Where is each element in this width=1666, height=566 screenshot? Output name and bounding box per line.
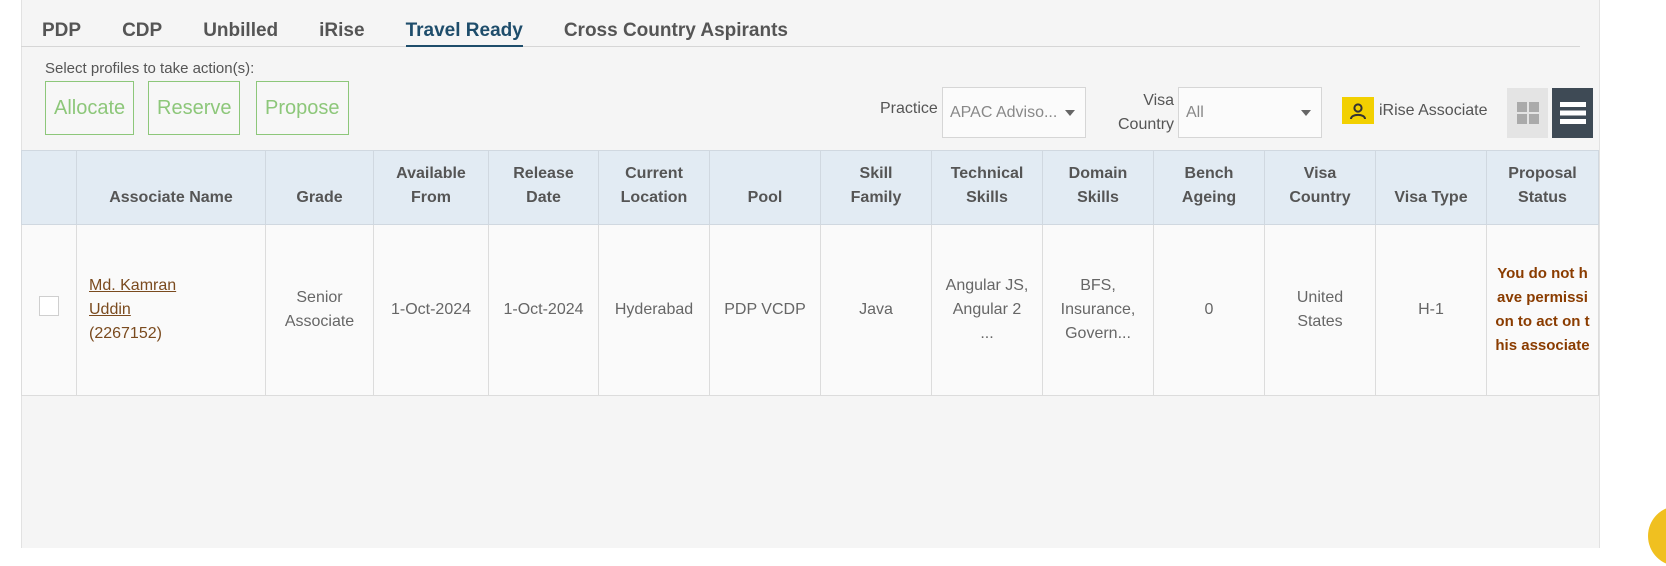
row-select-cell (21, 224, 77, 396)
reserve-button[interactable]: Reserve (148, 81, 241, 135)
skill-family-cell: Java (820, 224, 932, 396)
header-available-from[interactable]: Available From (373, 150, 489, 225)
practice-value: APAC Adviso... (950, 104, 1058, 121)
header-proposal-status[interactable]: Proposal Status (1486, 150, 1599, 225)
visa-type-cell: H-1 (1375, 224, 1487, 396)
practice-label: Practice (880, 100, 938, 117)
header-current-location[interactable]: Current Location (598, 150, 710, 225)
allocate-button[interactable]: Allocate (45, 81, 135, 135)
practice-dropdown[interactable]: APAC Adviso... (942, 87, 1086, 138)
header-skill-family[interactable]: Skill Family (820, 150, 932, 225)
header-grade[interactable]: Grade (265, 150, 374, 225)
list-view-icon[interactable] (1552, 88, 1593, 138)
pool-cell: PDP VCDP (709, 224, 821, 396)
header-visa-country[interactable]: Visa Country (1264, 150, 1376, 225)
proposal-status-cell: You do not have permission to act on thi… (1486, 224, 1599, 396)
chevron-down-icon (1301, 110, 1311, 116)
chevron-down-icon (1065, 110, 1075, 116)
header-domain-skills[interactable]: Domain Skills (1042, 150, 1154, 225)
header-bench-ageing[interactable]: Bench Ageing (1153, 150, 1265, 225)
tab-unbilled[interactable]: Unbilled (203, 12, 278, 47)
propose-button[interactable]: Propose (256, 81, 349, 135)
row-checkbox[interactable] (39, 296, 59, 316)
grade-cell: Senior Associate (265, 224, 374, 396)
visa-label-line1: Visa (1143, 92, 1175, 109)
table-header-row: Associate Name Grade Available From Relea… (21, 150, 1599, 225)
header-pool[interactable]: Pool (709, 150, 821, 225)
header-release-date[interactable]: Release Date (488, 150, 599, 225)
grid-view-icon[interactable] (1507, 88, 1548, 138)
header-technical-skills[interactable]: Technical Skills (931, 150, 1043, 225)
technical-skills-cell: Angular JS, Angular 2... (931, 224, 1043, 396)
tab-cdp[interactable]: CDP (122, 12, 162, 47)
header-visa-type[interactable]: Visa Type (1375, 150, 1487, 225)
person-icon[interactable] (1342, 97, 1374, 124)
visa-country-cell: United States (1264, 224, 1376, 396)
tab-pdp[interactable]: PDP (42, 12, 81, 47)
tab-irise[interactable]: iRise (319, 12, 364, 47)
associate-name-link-line2[interactable]: Uddin (89, 298, 257, 322)
release-date-cell: 1-Oct-2024 (488, 224, 599, 396)
visa-country-dropdown[interactable]: All (1178, 87, 1322, 138)
header-select (21, 150, 77, 225)
header-associate-name[interactable]: Associate Name (76, 150, 266, 225)
available-from-cell: 1-Oct-2024 (373, 224, 489, 396)
tab-travel-ready[interactable]: Travel Ready (405, 12, 523, 47)
tab-cross-country-aspirants[interactable]: Cross Country Aspirants (564, 12, 788, 47)
associate-id: (2267152) (89, 325, 162, 342)
irise-associate-label[interactable]: iRise Associate (1379, 102, 1488, 120)
chat-assistant-icon[interactable] (1648, 506, 1666, 566)
current-location-cell: Hyderabad (598, 224, 710, 396)
tab-bar: PDP CDP Unbilled iRise Travel Ready Cros… (21, 12, 1580, 47)
bench-ageing-cell: 0 (1153, 224, 1265, 396)
associates-table: Associate Name Grade Available From Relea… (21, 150, 1599, 396)
associate-name-cell: Md. Kamran Uddin (2267152) (76, 224, 266, 396)
visa-country-value: All (1186, 104, 1204, 121)
visa-label-line2: Country (1118, 116, 1175, 133)
select-profiles-label: Select profiles to take action(s): (45, 60, 255, 77)
domain-skills-cell: BFS, Insurance, Govern... (1042, 224, 1154, 396)
visa-country-label: Visa Country (1118, 89, 1174, 137)
associate-name-link-line1[interactable]: Md. Kamran (89, 274, 257, 298)
table-row: Md. Kamran Uddin (2267152) Senior Associa… (21, 224, 1599, 396)
